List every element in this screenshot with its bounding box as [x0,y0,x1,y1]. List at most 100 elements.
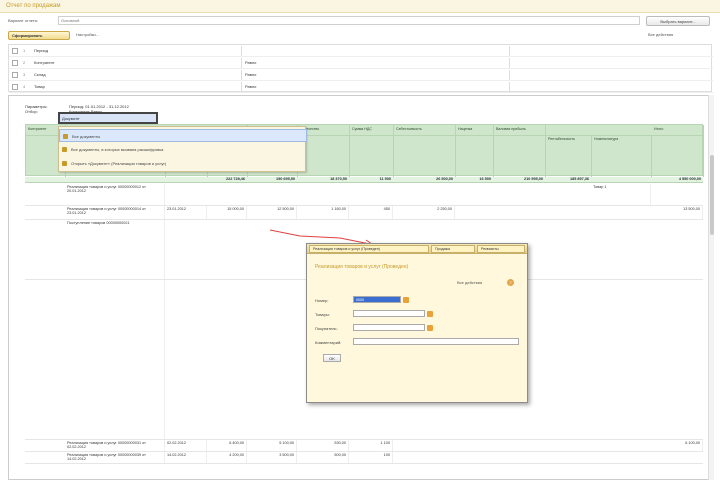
dialog-tabbar: Реализация товаров и услуг (Проведен) Пр… [307,244,527,254]
param-row: 3 Склад Равно [9,69,713,81]
value-cell: 5 100,00 [247,440,297,451]
column-header: Наценка [456,125,494,177]
param-label: Период [34,48,49,53]
scrollbar-thumb[interactable] [710,155,714,235]
value-cell: 1 100 [349,440,393,451]
number-field[interactable]: 0000 [353,296,401,303]
settings-button[interactable]: Настройки... [76,32,99,37]
table-row[interactable]: Реализация товаров и услуг 00000000031 о… [25,440,703,452]
window-title: Отчет по продажам [6,3,61,9]
table-row[interactable]: Реализация товаров и услуг 00000000012 о… [25,184,703,206]
select-icon[interactable] [427,325,433,331]
param-number: 1 [23,48,26,53]
calendar-icon[interactable] [403,297,409,303]
param-value[interactable] [509,70,709,80]
value-cell: 1 160,00 [297,206,349,219]
table-row[interactable]: Реализация товаров и услуг 00000000039 о… [25,452,703,464]
menu-item-drilldown-documents[interactable]: Все документы, в которых вызвана расшифр… [59,143,307,156]
param-checkbox[interactable] [12,84,18,90]
total-cell: 210 595,00 [523,177,543,181]
dialog-heading: Реализация товаров и услуг (Проведен) [315,264,409,270]
total-cell: 4 550 000,00 [678,177,701,181]
drilldown-cell[interactable]: Документ [58,112,158,124]
document-cell[interactable]: Реализация товаров и услуг 00000000012 о… [65,184,165,205]
param-number: 4 [23,84,26,89]
tab-document[interactable]: Реализация товаров и услуг (Проведен) [309,245,429,253]
value-cell: 6 100,00 [651,440,703,451]
tab-requisites[interactable]: Реквизиты [477,245,525,253]
number-label: Номер: [315,298,329,303]
column-header: Итого [652,125,704,177]
choose-variant-button[interactable]: Выбрать вариант... [646,16,710,26]
value-cell: 15 000,00 [207,206,247,219]
menu-item-all-documents[interactable]: Все документы [59,129,307,142]
document-cell[interactable]: Поступление товаров 00000000021 [65,220,165,279]
column-header: Валовая прибыль [494,125,546,177]
param-condition[interactable]: Равно [241,58,507,68]
table-row[interactable]: Реализация товаров и услуг 00000000014 о… [25,206,703,220]
ok-button[interactable]: OK [323,354,341,362]
column-header: Себестоимость [394,125,456,177]
dialog-all-actions[interactable]: Все действия [457,280,482,285]
vertical-scrollbar[interactable] [708,95,714,480]
value-cell: 3 500,00 [247,452,297,463]
goods-label: Товары: [315,312,330,317]
comment-label: Комментарий: [315,340,342,345]
date-cell: 23.01.2012 [165,206,207,219]
value-cell: 450 [349,206,393,219]
param-label: Контрагент [34,60,55,65]
variant-label: Вариант отчета: [8,18,38,23]
date-cell: 14.02.2012 [165,452,207,463]
all-actions-button[interactable]: Все действия [648,32,673,37]
param-condition[interactable]: Равно [241,82,507,92]
menu-item-label: Открыть «Документ» (Реализация товаров и… [71,161,167,166]
menu-item-open-document[interactable]: Открыть «Документ» (Реализация товаров и… [59,157,307,170]
param-row: 1 Период [9,45,713,57]
param-checkbox[interactable] [12,60,18,66]
total-cell: 11 500 [379,177,391,181]
comment-field[interactable] [353,338,519,345]
help-icon[interactable]: ? [507,279,514,286]
document-cell[interactable] [65,280,165,439]
toolbar: Сформировать Настройки... Все действия [0,30,720,42]
column-header: Сумма НДС [350,125,394,177]
total-cell: 185 897,36 [569,177,589,181]
param-value[interactable] [509,82,709,92]
param-condition[interactable] [241,46,507,56]
param-number: 2 [23,60,26,65]
document-icon [63,134,68,139]
buyer-label: Покупатель: [315,326,338,331]
value-cell: 100 [349,452,393,463]
filter-bar: Вариант отчета: Основной Выбрать вариант… [0,14,720,28]
menu-item-label: Все документы, в которых вызвана расшифр… [71,147,164,152]
document-cell[interactable]: Реализация товаров и услуг 00000000031 о… [65,440,165,451]
context-menu: Все документы Все документы, в которых в… [58,126,307,172]
column-header: Номенклатура [592,135,652,177]
column-header: Рентабельность [546,135,592,177]
date-cell: 02.02.2012 [165,440,207,451]
param-value[interactable] [509,46,709,56]
variant-input[interactable]: Основной [58,16,640,25]
total-cell: 222 728,46 [225,177,245,181]
document-cell[interactable]: Реализация товаров и услуг 00000000039 о… [65,452,165,463]
param-condition[interactable]: Равно [241,70,507,80]
tab-sales[interactable]: Продажа [431,245,475,253]
param-label: Товар [34,84,45,89]
document-cell[interactable]: Реализация товаров и услуг 00000000014 о… [65,206,165,219]
param-row: 4 Товар Равно [9,81,713,93]
generate-button[interactable]: Сформировать [8,31,70,40]
param-value[interactable] [509,58,709,68]
param-checkbox[interactable] [12,48,18,54]
param-checkbox[interactable] [12,72,18,78]
menu-item-label: Все документы [72,134,101,139]
value-cell: 13 500,00 [651,206,703,219]
total-cell: 190 695,50 [275,177,295,181]
select-icon[interactable] [427,311,433,317]
document-dialog: Реализация товаров и услуг (Проведен) Пр… [306,243,528,403]
param-number: 3 [23,72,26,77]
goods-field[interactable] [353,310,425,317]
param-label: Склад [34,72,46,77]
buyer-field[interactable] [353,324,425,331]
value-cell: 2 250,00 [393,206,455,219]
total-cell: 26 500,00 [436,177,453,181]
